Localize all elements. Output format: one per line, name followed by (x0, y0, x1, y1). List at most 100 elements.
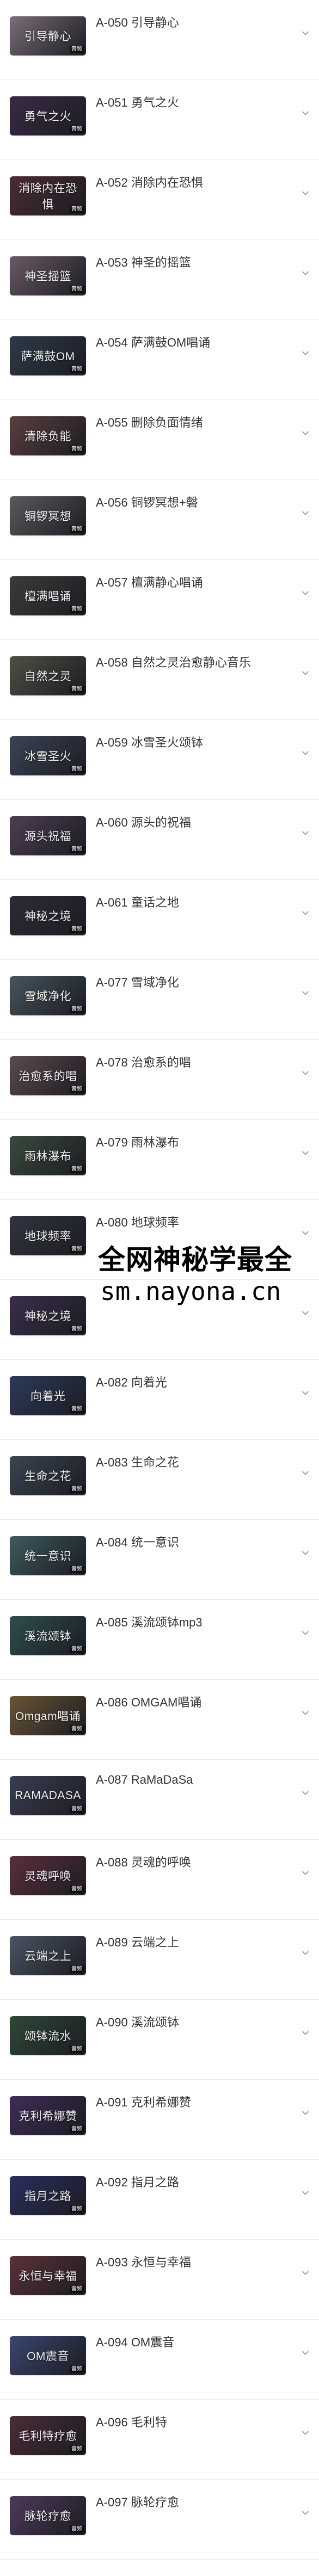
thumbnail[interactable]: 指月之路 音频 (10, 2176, 86, 2215)
thumbnail[interactable]: 统一意识 音频 (10, 1536, 86, 1575)
list-item[interactable]: 自然之灵 音频 A-058 自然之灵治愈静心音乐 (0, 640, 319, 720)
chevron-down-icon[interactable] (302, 1469, 309, 1477)
thumbnail[interactable]: 神秘之境 音频 (10, 896, 86, 935)
chevron-down-icon[interactable] (302, 509, 309, 517)
thumbnail[interactable]: 自然之灵 音频 (10, 656, 86, 695)
list-item[interactable]: RAMADASA 音频 A-087 RaMaDaSa (0, 1760, 319, 1840)
thumbnail[interactable]: 毛利特疗愈 音频 (10, 2416, 86, 2455)
list-item[interactable]: 引导静心 音频 A-050 引导静心 (0, 0, 319, 80)
list-item[interactable]: 清除负能 音频 A-055 删除负面情绪 (0, 400, 319, 480)
chevron-down-icon[interactable] (302, 1629, 309, 1637)
list-item[interactable]: 神秘之境 音频 A-061 童话之地 (0, 880, 319, 960)
thumbnail[interactable]: 治愈系的唱 音频 (10, 1056, 86, 1095)
thumbnail[interactable]: 克利希娜赞 音频 (10, 2096, 86, 2135)
list-item[interactable]: 云端之上 音频 A-089 云端之上 (0, 1920, 319, 2000)
chevron-down-icon[interactable] (302, 909, 309, 917)
list-item[interactable]: OM震音 音频 A-094 OM震音 (0, 2320, 319, 2400)
chevron-down-icon[interactable] (302, 109, 309, 117)
chevron-down-icon[interactable] (302, 749, 309, 757)
list-item[interactable]: 雨林瀑布 音频 A-079 雨林瀑布 (0, 1120, 319, 1200)
chevron-down-icon[interactable] (302, 2189, 309, 2197)
chevron-down-icon[interactable] (302, 2109, 309, 2117)
thumbnail[interactable]: OM震音 音频 (10, 2336, 86, 2375)
thumbnail[interactable]: 永恒与幸福 音频 (10, 2256, 86, 2295)
thumbnail[interactable]: 溪流颂钵 音频 (10, 1616, 86, 1655)
chevron-down-icon[interactable] (302, 2429, 309, 2437)
list-item[interactable]: 萨满鼓OM 音频 A-054 萨满鼓OM唱诵 (0, 320, 319, 400)
chevron-down-icon[interactable] (302, 349, 309, 357)
chevron-down-icon[interactable] (302, 2509, 309, 2517)
chevron-down-icon[interactable] (302, 429, 309, 437)
chevron-down-icon[interactable] (302, 1709, 309, 1717)
chevron-down-icon[interactable] (302, 189, 309, 197)
item-title: A-054 萨满鼓OM唱诵 (96, 336, 211, 349)
thumbnail[interactable]: 消除内在恐惧 音频 (10, 176, 86, 215)
list-item[interactable]: 脉轮疗愈 音频 A-097 脉轮疗愈 (0, 2480, 319, 2560)
list-item[interactable]: 颂钵流水 音频 A-090 溪流颂钵 (0, 2000, 319, 2080)
chevron-down-icon[interactable] (302, 1549, 309, 1557)
chevron-down-icon[interactable] (302, 2029, 309, 2037)
thumbnail[interactable]: 地球频率 音频 (10, 1216, 86, 1255)
list-item[interactable]: 生命之花 音频 A-083 生命之花 (0, 1440, 319, 1520)
chevron-down-icon[interactable] (302, 829, 309, 837)
chevron-down-icon[interactable] (302, 1229, 309, 1237)
thumbnail[interactable]: 引导静心 音频 (10, 16, 86, 56)
thumbnail[interactable]: Omgam唱诵 音频 (10, 1696, 86, 1735)
list-item[interactable]: 治愈系的唱 音频 A-078 治愈系的唱 (0, 1040, 319, 1120)
item-title: A-088 灵魂的呼唤 (96, 1856, 191, 1869)
thumbnail[interactable]: 脉轮疗愈 音频 (10, 2496, 86, 2535)
list-item[interactable]: 指月之路 音频 A-092 指月之路 (0, 2160, 319, 2240)
chevron-down-icon[interactable] (302, 2269, 309, 2277)
thumbnail[interactable]: 云端之上 音频 (10, 1936, 86, 1975)
list-item[interactable]: 溪流颂钵 音频 A-085 溪流颂钵mp3 (0, 1600, 319, 1680)
thumbnail[interactable]: 灵魂呼唤 音频 (10, 1856, 86, 1895)
thumbnail[interactable]: 铜锣冥想 音频 (10, 496, 86, 535)
thumbnail[interactable]: 冰雪圣火 音频 (10, 736, 86, 775)
item-title: A-052 消除内在恐惧 (96, 176, 203, 189)
audio-badge: 音频 (70, 1406, 84, 1413)
thumbnail[interactable]: 神秘之境 音频 (10, 1296, 86, 1335)
thumbnail[interactable]: 向着光 音频 (10, 1376, 86, 1415)
list-item[interactable]: 铜锣冥想 音频 A-056 铜锣冥想+磬 (0, 480, 319, 560)
thumbnail[interactable]: 源头祝福 音频 (10, 816, 86, 855)
thumbnail[interactable]: 雨林瀑布 音频 (10, 1136, 86, 1175)
list-item[interactable]: 源头祝福 音频 A-060 源头的祝福 (0, 800, 319, 880)
chevron-down-icon[interactable] (302, 589, 309, 597)
thumbnail[interactable]: 颂钵流水 音频 (10, 2016, 86, 2055)
thumbnail[interactable]: 勇气之火 音频 (10, 96, 86, 135)
chevron-down-icon[interactable] (302, 2349, 309, 2357)
list-item[interactable]: 灵魂呼唤 音频 A-088 灵魂的呼唤 (0, 1840, 319, 1920)
audio-badge: 音频 (70, 926, 84, 933)
chevron-down-icon[interactable] (302, 1149, 309, 1157)
list-item[interactable]: 消除内在恐惧 音频 A-052 消除内在恐惧 (0, 160, 319, 240)
audio-badge: 音频 (70, 1646, 84, 1653)
list-item[interactable]: 勇气之火 音频 A-051 勇气之火 (0, 80, 319, 160)
list-item[interactable]: 雪域净化 音频 A-077 雪域净化 (0, 960, 319, 1040)
list-item[interactable]: 永恒与幸福 音频 A-093 永恒与幸福 (0, 2240, 319, 2320)
chevron-down-icon[interactable] (302, 1789, 309, 1797)
chevron-down-icon[interactable] (302, 1309, 309, 1317)
list-item[interactable]: 克利希娜赞 音频 A-091 克利希娜赞 (0, 2080, 319, 2160)
thumbnail[interactable]: 雪域净化 音频 (10, 976, 86, 1015)
list-item[interactable]: 冰雪圣火 音频 A-059 冰雪圣火颂钵 (0, 720, 319, 800)
list-item[interactable]: 向着光 音频 A-082 向着光 (0, 1360, 319, 1440)
list-item[interactable]: 檀满唱诵 音频 A-057 檀满静心唱诵 (0, 560, 319, 640)
thumbnail[interactable]: 神圣摇篮 音频 (10, 256, 86, 295)
chevron-down-icon[interactable] (302, 669, 309, 677)
chevron-down-icon[interactable] (302, 989, 309, 997)
chevron-down-icon[interactable] (302, 269, 309, 277)
list-item[interactable]: Omgam唱诵 音频 A-086 OMGAM唱诵 (0, 1680, 319, 1760)
chevron-down-icon[interactable] (302, 1949, 309, 1957)
list-item[interactable]: 神圣摇篮 音频 A-053 神圣的摇篮 (0, 240, 319, 320)
thumbnail[interactable]: 檀满唱诵 音频 (10, 576, 86, 615)
list-item[interactable]: 统一意识 音频 A-084 统一意识 (0, 1520, 319, 1600)
chevron-down-icon[interactable] (302, 1069, 309, 1077)
chevron-down-icon[interactable] (302, 1389, 309, 1397)
list-item[interactable]: 毛利特疗愈 音频 A-096 毛利特 (0, 2400, 319, 2480)
chevron-down-icon[interactable] (302, 29, 309, 37)
chevron-down-icon[interactable] (302, 1869, 309, 1877)
thumbnail[interactable]: 清除负能 音频 (10, 416, 86, 455)
thumbnail[interactable]: RAMADASA 音频 (10, 1776, 86, 1815)
thumbnail[interactable]: 生命之花 音频 (10, 1456, 86, 1495)
thumbnail[interactable]: 萨满鼓OM 音频 (10, 336, 86, 375)
